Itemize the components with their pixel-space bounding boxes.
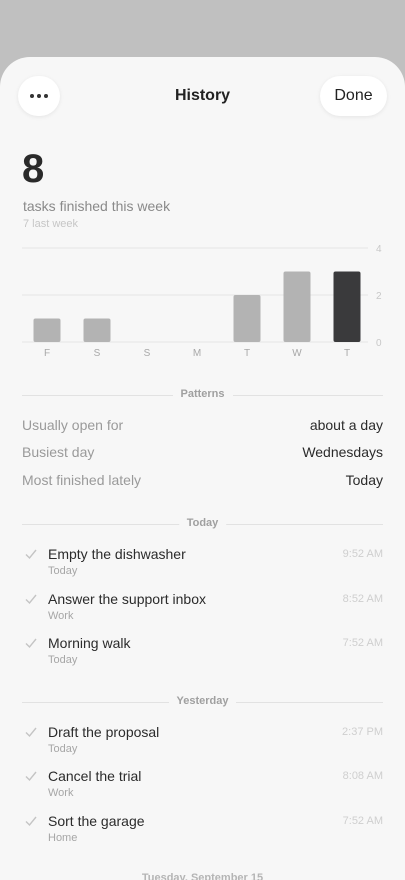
chart-xtick-label: F [44, 348, 50, 359]
task-time: 8:08 AM [342, 770, 383, 782]
task-list: Today [48, 565, 78, 577]
pattern-key: Most finished lately [22, 472, 142, 488]
section-heading: Yesterday [168, 695, 237, 707]
chart-bar [283, 271, 311, 342]
chart-bar [333, 271, 361, 342]
task-row[interactable]: Answer the support inbox Work 8:52 AM [22, 591, 383, 631]
task-name: Cancel the trial [48, 768, 142, 784]
task-list: Today [48, 654, 78, 666]
next-section-heading: Tuesday, September 15 [141, 872, 264, 880]
task-name: Sort the garage [48, 813, 145, 829]
checkmark-icon [25, 638, 37, 649]
task-list: Work [48, 787, 74, 799]
task-name: Empty the dishwasher [48, 546, 186, 562]
task-row[interactable]: Cancel the trial Work 8:08 AM [22, 768, 383, 808]
task-time: 9:52 AM [342, 548, 383, 560]
chart-xtick-label: S [144, 348, 151, 359]
checkmark-icon [25, 594, 37, 605]
sheet-header: History Done [0, 57, 405, 137]
previous-week-label: 7 last week [23, 218, 79, 230]
chart-xtick-label: W [292, 348, 302, 359]
done-button[interactable]: Done [320, 76, 387, 116]
task-list: Home [48, 832, 78, 844]
chart-svg: 0 2 4 F S S M T W T [22, 244, 382, 359]
task-time: 7:52 AM [342, 637, 383, 649]
patterns-heading: Patterns [172, 388, 233, 400]
checkmark-icon [25, 549, 37, 560]
pattern-key: Usually open for [22, 417, 124, 433]
task-list: Today [48, 743, 78, 755]
chart-xtick-label: S [94, 348, 101, 359]
section-heading: Today [178, 517, 227, 529]
checkmark-icon [25, 727, 37, 738]
task-time: 8:52 AM [342, 593, 383, 605]
task-name: Draft the proposal [48, 724, 160, 740]
task-name: Morning walk [48, 635, 131, 651]
chart-ytick-label: 2 [376, 291, 382, 302]
patterns-divider: Patterns [22, 388, 383, 402]
task-time: 2:37 PM [342, 726, 383, 738]
pattern-row: Usually open for about a day [22, 417, 383, 437]
chart-xtick-label: T [344, 348, 350, 359]
chart-xtick-label: M [193, 348, 201, 359]
pattern-row: Most finished lately Today [22, 472, 383, 492]
finished-label: tasks finished this week [23, 198, 171, 214]
task-name: Answer the support inbox [48, 591, 206, 607]
pattern-key: Busiest day [22, 444, 95, 460]
chart-bar [233, 295, 261, 342]
today-divider: Today [22, 517, 383, 531]
pattern-value: Today [345, 472, 383, 488]
chart-ytick-label: 0 [376, 338, 382, 349]
pattern-row: Busiest day Wednesdays [22, 444, 383, 464]
task-row[interactable]: Morning walk Today 7:52 AM [22, 635, 383, 675]
weekly-bar-chart: 0 2 4 F S S M T W T [0, 237, 405, 367]
task-list: Work [48, 610, 74, 622]
chart-ytick-label: 4 [376, 244, 382, 255]
task-time: 7:52 AM [342, 815, 383, 827]
task-row[interactable]: Draft the proposal Today 2:37 PM [22, 724, 383, 764]
history-sheet: History Done 8 tasks finished this week … [0, 57, 405, 880]
yesterday-divider: Yesterday [22, 695, 383, 709]
pattern-value: about a day [309, 417, 383, 433]
chart-bar [33, 318, 61, 342]
task-row[interactable]: Sort the garage Home 7:52 AM [22, 813, 383, 853]
pattern-value: Wednesdays [302, 444, 383, 460]
checkmark-icon [25, 816, 37, 827]
checkmark-icon [25, 771, 37, 782]
finished-count: 8 [22, 147, 45, 191]
chart-bar [83, 318, 111, 342]
task-row[interactable]: Empty the dishwasher Today 9:52 AM [22, 546, 383, 586]
chart-xtick-label: T [244, 348, 250, 359]
